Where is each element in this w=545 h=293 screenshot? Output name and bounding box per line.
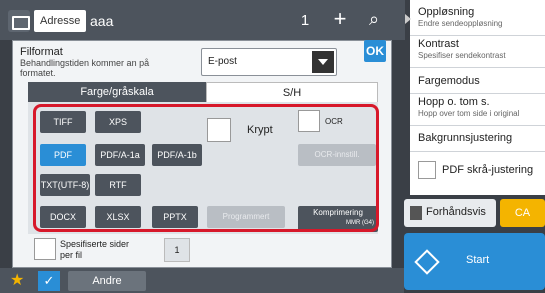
side-item-sub: Endre sendeoppløsning: [418, 19, 503, 28]
address-book-icon[interactable]: [8, 10, 30, 32]
side-item-title: Fargemodus: [418, 75, 480, 87]
preview-button[interactable]: Forhåndsvis: [404, 199, 496, 227]
ca-button[interactable]: CA: [500, 199, 545, 227]
bottom-bar: [0, 268, 404, 293]
side-item-title: Oppløsning: [418, 6, 475, 18]
dialog-title: Filformat: [20, 46, 63, 58]
specified-pages-checkbox[interactable]: [34, 238, 56, 260]
chevron-down-icon[interactable]: [312, 51, 334, 73]
ok-button[interactable]: OK: [364, 40, 386, 62]
side-item-color-mode[interactable]: Fargemodus: [410, 70, 545, 94]
highlight-frame: [33, 104, 379, 232]
check-icon[interactable]: ✓: [38, 271, 60, 291]
side-item-title: Hopp o. tom s.: [418, 96, 490, 108]
start-label: Start: [466, 254, 490, 266]
pdf-skew-option[interactable]: PDF skrå-justering: [410, 156, 545, 186]
side-item-sub: Hopp over tom side i original: [418, 109, 520, 118]
send-type-value: E-post: [208, 56, 237, 67]
address-value[interactable]: aaa: [90, 10, 113, 32]
panel-collapse-icon[interactable]: [405, 14, 411, 24]
start-icon: [414, 249, 440, 275]
add-address-button[interactable]: +: [326, 6, 354, 34]
address-count: 1: [300, 12, 310, 29]
side-item-contrast[interactable]: Kontrast Spesifiser sendekontrast: [410, 38, 545, 68]
side-item-resolution[interactable]: Oppløsning Endre sendeoppløsning: [410, 6, 545, 36]
start-button[interactable]: Start: [404, 233, 545, 290]
specified-pages-label: Spesifiserte sider per fil: [60, 239, 130, 260]
tab-bw[interactable]: S/H: [206, 82, 378, 102]
side-item-background[interactable]: Bakgrunnsjustering: [410, 128, 545, 152]
send-type-select[interactable]: E-post: [201, 48, 337, 76]
address-label: Adresse: [34, 10, 87, 32]
star-icon[interactable]: ★: [10, 270, 24, 290]
preview-label: Forhåndsvis: [426, 206, 486, 218]
side-item-skip-blank[interactable]: Hopp o. tom s. Hopp over tom side i orig…: [410, 96, 545, 126]
tab-color-grayscale[interactable]: Farge/gråskala: [28, 82, 206, 102]
preview-icon: [410, 206, 422, 220]
pdf-skew-label: PDF skrå-justering: [442, 164, 534, 176]
side-item-title: Kontrast: [418, 38, 459, 50]
dialog-note: Behandlingstiden kommer an på formatet.: [20, 58, 150, 78]
side-item-title: Bakgrunnsjustering: [418, 132, 513, 144]
pdf-skew-checkbox[interactable]: [418, 161, 436, 179]
andre-button[interactable]: Andre: [68, 271, 146, 291]
specified-pages-count[interactable]: 1: [164, 238, 190, 262]
search-icon[interactable]: ⌕: [360, 6, 388, 34]
side-item-sub: Spesifiser sendekontrast: [418, 51, 506, 60]
